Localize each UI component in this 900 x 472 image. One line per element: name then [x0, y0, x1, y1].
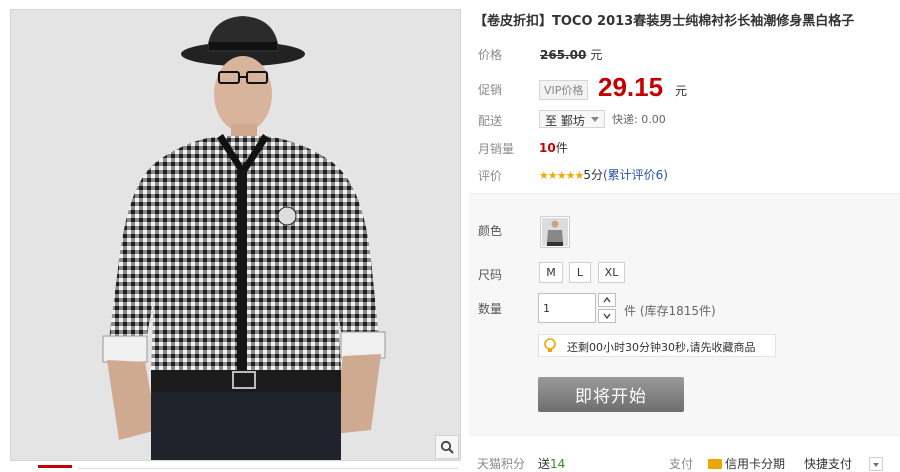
rating-score: 5分: [583, 168, 603, 182]
express-fee: 快递: 0.00: [612, 113, 666, 126]
stock-info: 件 (库存1815件): [624, 304, 716, 318]
monthly-sales-unit: 件: [555, 141, 568, 155]
chevron-down-icon: [603, 313, 611, 319]
quick-pay-option[interactable]: 快捷支付: [804, 455, 852, 472]
promo-label: 促销: [478, 83, 503, 97]
rating: ★★★★★5分(累计评价6): [539, 166, 668, 183]
thumbnail-strip: [78, 468, 458, 472]
points-info: 送14: [538, 455, 565, 472]
quantity-decrease-button[interactable]: [598, 309, 616, 323]
points-label: 天猫积分: [477, 457, 526, 471]
size-label: 尺码: [478, 268, 503, 282]
monthly-sales: 10件: [539, 139, 568, 156]
points-text: 送: [538, 457, 551, 471]
color-label: 颜色: [478, 224, 503, 238]
original-price-unit: 元: [590, 48, 603, 62]
promo-price: 29.15: [598, 72, 664, 102]
original-price-value: 265.00: [540, 48, 587, 62]
quantity-label: 数量: [478, 302, 503, 316]
rating-label: 评价: [478, 169, 503, 183]
price-label: 价格: [478, 48, 503, 62]
size-option-m[interactable]: M: [539, 262, 563, 283]
chevron-down-icon: [591, 117, 599, 122]
color-option-thumbnail[interactable]: [540, 216, 570, 248]
delivery-destination: 至 鄞坊: [545, 114, 585, 128]
payment-more-chevron-icon[interactable]: [869, 457, 883, 471]
countdown-text: 还剩00小时30分钟30秒,请先收藏商品: [567, 341, 756, 354]
lightbulb-icon: [543, 338, 557, 357]
original-price: 265.00 元: [540, 46, 602, 63]
installment-option[interactable]: 信用卡分期: [708, 455, 785, 472]
quantity-input[interactable]: 1: [538, 293, 596, 323]
delivery-destination-select[interactable]: 至 鄞坊: [539, 110, 605, 128]
reviews-link[interactable]: (累计评价6): [603, 168, 668, 182]
vip-price-tag: VIP价格: [539, 80, 589, 100]
credit-card-icon: [708, 459, 722, 469]
rating-stars-icon: ★★★★★: [539, 169, 584, 182]
monthly-sales-label: 月销量: [478, 142, 515, 156]
quantity-increase-button[interactable]: [598, 293, 616, 307]
product-main-image[interactable]: [10, 9, 461, 461]
promo-price-unit: 元: [675, 84, 688, 98]
zoom-icon[interactable]: [435, 435, 459, 459]
countdown-notice: 还剩00小时30分钟30秒,请先收藏商品: [538, 334, 776, 357]
thumbnail-active-indicator[interactable]: [38, 465, 72, 472]
points-value: 14: [550, 457, 566, 471]
chevron-up-icon: [603, 297, 611, 303]
size-option-l[interactable]: L: [569, 262, 591, 283]
installment-text: 信用卡分期: [725, 457, 786, 471]
shirt-model-illustration: [11, 10, 460, 460]
product-title: 【卷皮折扣】TOCO 2013春装男士纯棉衬衫长袖潮修身黑白格子: [474, 14, 855, 29]
pay-label: 支付: [669, 457, 694, 471]
size-option-xl[interactable]: XL: [598, 262, 625, 283]
monthly-sales-count: 10: [539, 141, 556, 155]
coming-soon-button[interactable]: 即将开始: [538, 377, 684, 412]
delivery-label: 配送: [478, 114, 503, 128]
